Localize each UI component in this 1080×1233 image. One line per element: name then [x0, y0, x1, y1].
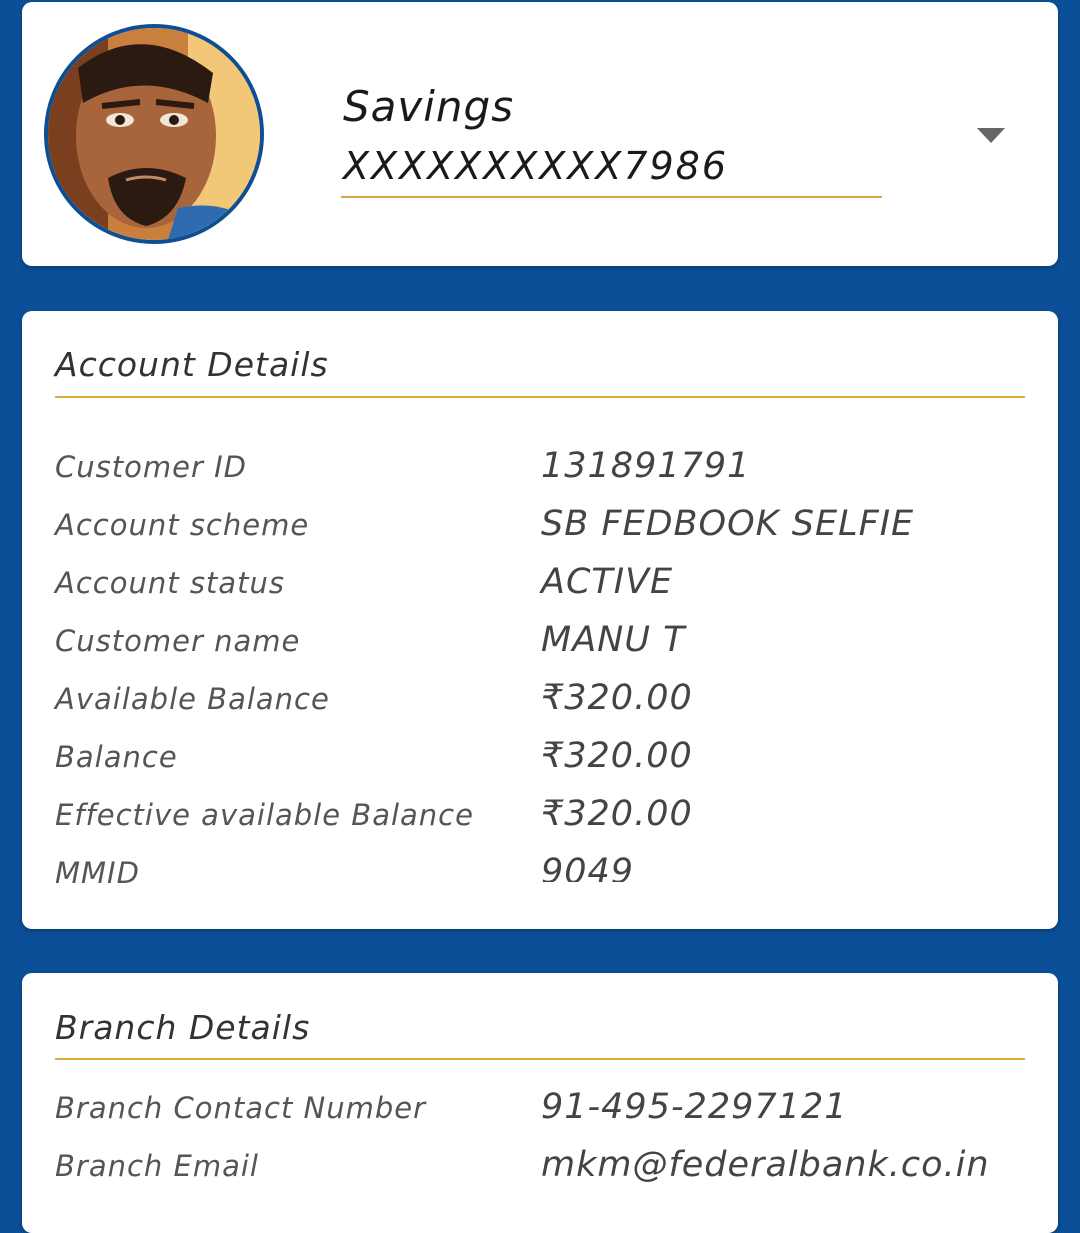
avatar[interactable] [44, 24, 264, 244]
detail-label: Account scheme [55, 508, 310, 542]
account-details-card: Account Details Customer ID 131891791 Ac… [22, 311, 1058, 929]
branch-details-card: Branch Details Branch Contact Number 91-… [22, 973, 1058, 1233]
detail-value: 131891791 [541, 446, 751, 486]
account-details-title: Account Details [55, 345, 329, 384]
detail-label: Available Balance [55, 682, 330, 716]
branch-value[interactable]: 91-495-2297121 [541, 1087, 847, 1127]
detail-row-customer-id: Customer ID 131891791 [55, 446, 1035, 508]
account-number: XXXXXXXXXX7986 [343, 144, 729, 188]
detail-label: MMID [55, 856, 140, 890]
detail-row-account-status: Account status ACTIVE [55, 562, 1035, 624]
branch-label: Branch Email [55, 1149, 259, 1183]
detail-row-balance: Balance ₹320.00 [55, 736, 1035, 798]
detail-value: ACTIVE [541, 562, 674, 602]
branch-value[interactable]: mkm@federalbank.co.in [541, 1145, 990, 1185]
caret-down-icon[interactable] [977, 128, 1005, 143]
profile-photo [48, 28, 260, 240]
detail-label: Effective available Balance [55, 798, 474, 832]
branch-details-title: Branch Details [55, 1008, 311, 1047]
detail-value: ₹320.00 [541, 794, 693, 834]
branch-row-email: Branch Email mkm@federalbank.co.in [55, 1145, 1035, 1207]
detail-row-effective-balance: Effective available Balance ₹320.00 [55, 794, 1035, 856]
divider [55, 396, 1025, 398]
branch-label: Branch Contact Number [55, 1091, 427, 1125]
detail-value: SB FEDBOOK SELFIE [541, 504, 915, 544]
mmid-partial-clip: 9049 [541, 852, 741, 882]
detail-value: ₹320.00 [541, 736, 693, 776]
divider [55, 1058, 1025, 1060]
detail-row-available-balance: Available Balance ₹320.00 [55, 678, 1035, 740]
detail-row-mmid: MMID 9049 [55, 852, 1035, 914]
detail-value: ₹320.00 [541, 678, 693, 718]
detail-label: Customer name [55, 624, 301, 658]
branch-row-contact: Branch Contact Number 91-495-2297121 [55, 1087, 1035, 1149]
detail-label: Account status [55, 566, 285, 600]
detail-value: MANU T [541, 620, 686, 660]
account-dropdown[interactable]: Savings XXXXXXXXXX7986 [341, 82, 882, 198]
detail-label: Balance [55, 740, 178, 774]
detail-label: Customer ID [55, 450, 247, 484]
detail-row-account-scheme: Account scheme SB FEDBOOK SELFIE [55, 504, 1035, 566]
account-selector-card: Savings XXXXXXXXXX7986 [22, 2, 1058, 266]
detail-value: 9049 [541, 852, 635, 882]
detail-row-customer-name: Customer name MANU T [55, 620, 1035, 682]
account-type: Savings [343, 82, 515, 131]
